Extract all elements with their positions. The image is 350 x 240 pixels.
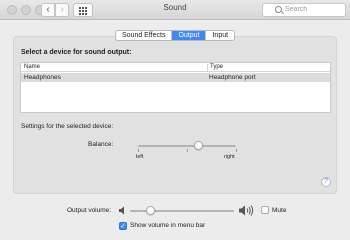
column-name-header[interactable]: Name bbox=[24, 64, 40, 70]
tab-sound-effects[interactable]: Sound Effects bbox=[116, 31, 173, 40]
balance-label: Balance: bbox=[88, 141, 114, 148]
help-icon: ? bbox=[324, 178, 328, 185]
balance-slider-knob[interactable] bbox=[194, 141, 203, 150]
mute-checkbox[interactable] bbox=[261, 206, 269, 214]
device-name: Headphones bbox=[24, 74, 61, 81]
mute-label[interactable]: Mute bbox=[272, 207, 286, 214]
tab-bar: Sound Effects Output Input bbox=[115, 30, 236, 41]
settings-label: Settings for the selected device: bbox=[21, 123, 114, 130]
balance-tick bbox=[187, 149, 188, 152]
device-table: Name Type Headphones Headphone port bbox=[20, 62, 331, 113]
search-icon bbox=[275, 6, 282, 13]
search-field[interactable]: Search bbox=[262, 3, 346, 17]
balance-left-label: left bbox=[136, 154, 144, 160]
speaker-high-icon bbox=[239, 205, 254, 216]
device-type: Headphone port bbox=[209, 74, 256, 81]
table-header: Name Type bbox=[21, 63, 330, 72]
table-row[interactable]: Headphones Headphone port bbox=[21, 73, 330, 82]
output-panel bbox=[13, 36, 337, 194]
device-prompt: Select a device for sound output: bbox=[21, 49, 132, 56]
title-bar: ‹ › Sound Search bbox=[0, 0, 350, 20]
tab-output[interactable]: Output bbox=[172, 31, 207, 40]
output-volume-label: Output volume: bbox=[67, 207, 112, 214]
balance-right-label: right bbox=[224, 154, 235, 160]
balance-slider-track[interactable] bbox=[138, 145, 236, 147]
column-type-header[interactable]: Type bbox=[207, 64, 223, 71]
balance-tick bbox=[236, 149, 237, 152]
show-volume-label[interactable]: Show volume in menu bar bbox=[130, 222, 205, 229]
checkmark-icon: ✓ bbox=[120, 223, 126, 230]
speaker-low-icon bbox=[119, 206, 124, 215]
search-placeholder: Search bbox=[285, 6, 308, 13]
balance-tick bbox=[138, 149, 139, 152]
help-button[interactable]: ? bbox=[321, 177, 331, 187]
tab-input[interactable]: Input bbox=[206, 31, 234, 40]
show-volume-checkbox[interactable]: ✓ bbox=[119, 222, 127, 230]
volume-slider-knob[interactable] bbox=[146, 206, 155, 215]
